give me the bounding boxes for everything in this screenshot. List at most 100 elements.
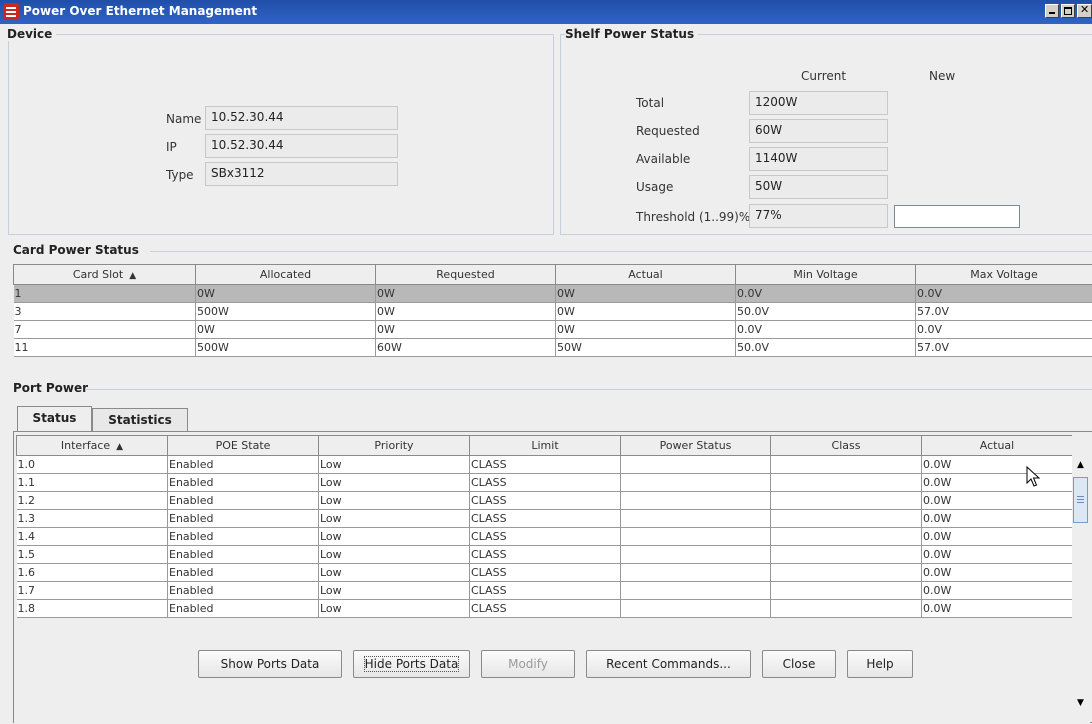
- min-voltage-header[interactable]: Min Voltage: [736, 265, 916, 285]
- card-power-heading: Card Power Status: [13, 243, 143, 257]
- table-row[interactable]: 3500W0W0W50.0V57.0V: [14, 303, 1092, 321]
- min-voltage-cell: 0.0V: [736, 321, 916, 339]
- threshold-new-input[interactable]: [894, 205, 1020, 228]
- priority-cell: Low: [319, 546, 470, 564]
- table-row[interactable]: 1.8EnabledLowCLASS0.0W: [17, 600, 1073, 618]
- max-voltage-cell: 57.0V: [916, 303, 1092, 321]
- table-row[interactable]: 1.0EnabledLowCLASS0.0W: [17, 456, 1073, 474]
- limit-cell: CLASS: [470, 546, 621, 564]
- poe-state-cell: Enabled: [168, 600, 319, 618]
- card-slot-cell: 3: [14, 303, 196, 321]
- poe-state-cell: Enabled: [168, 582, 319, 600]
- interface-cell: 1.4: [17, 528, 168, 546]
- power-status-header[interactable]: Power Status: [621, 436, 771, 456]
- table-row[interactable]: 1.4EnabledLowCLASS0.0W: [17, 528, 1073, 546]
- window-close-button[interactable]: [1077, 4, 1092, 18]
- scroll-down-icon[interactable]: ▼: [1072, 695, 1089, 712]
- limit-cell: CLASS: [470, 528, 621, 546]
- available-field: 1140W: [749, 147, 888, 171]
- sort-ascending-icon: ▲: [129, 271, 136, 281]
- allocated-header[interactable]: Allocated: [196, 265, 376, 285]
- limit-cell: CLASS: [470, 582, 621, 600]
- requested-cell: 0W: [376, 285, 556, 303]
- class-cell: [771, 510, 922, 528]
- scroll-up-icon[interactable]: ▲: [1072, 457, 1089, 474]
- allocated-cell: 500W: [196, 303, 376, 321]
- actual-cell: 0.0W: [922, 456, 1073, 474]
- vertical-scrollbar[interactable]: ▲ ▼: [1072, 435, 1089, 715]
- table-row[interactable]: 1.3EnabledLowCLASS0.0W: [17, 510, 1073, 528]
- minimize-button[interactable]: [1045, 4, 1059, 18]
- interface-cell: 1.8: [17, 600, 168, 618]
- poe-state-cell: Enabled: [168, 510, 319, 528]
- max-voltage-cell: 0.0V: [916, 321, 1092, 339]
- actual-header[interactable]: Actual: [556, 265, 736, 285]
- limit-cell: CLASS: [470, 456, 621, 474]
- tab-statistics[interactable]: Statistics: [92, 408, 188, 432]
- port-power-table: Interface▲ POE State Priority Limit Powe…: [16, 435, 1073, 618]
- interface-cell: 1.3: [17, 510, 168, 528]
- device-name-field: 10.52.30.44: [205, 106, 398, 130]
- shelf-power-heading: Shelf Power Status: [565, 27, 698, 41]
- poe-state-cell: Enabled: [168, 474, 319, 492]
- actual-cell: 0.0W: [922, 600, 1073, 618]
- tab-status[interactable]: Status: [17, 406, 92, 432]
- total-label: Total: [636, 96, 664, 110]
- actual-cell: 0.0W: [922, 564, 1073, 582]
- allocated-cell: 0W: [196, 321, 376, 339]
- card-slot-header[interactable]: Card Slot▲: [14, 265, 196, 285]
- hide-ports-data-button[interactable]: Hide Ports Data: [353, 650, 470, 678]
- requested-cell: 60W: [376, 339, 556, 357]
- max-voltage-header[interactable]: Max Voltage: [916, 265, 1092, 285]
- actual-cell: 0.0W: [922, 582, 1073, 600]
- usage-label: Usage: [636, 180, 673, 194]
- actual-cell: 0.0W: [922, 510, 1073, 528]
- close-button[interactable]: Close: [762, 650, 836, 678]
- actual-cell: 0.0W: [922, 546, 1073, 564]
- card-power-table: Card Slot▲ Allocated Requested Actual Mi…: [13, 264, 1092, 357]
- port-power-heading: Port Power: [13, 381, 92, 395]
- modify-button[interactable]: Modify: [481, 650, 575, 678]
- actual-cell: 0.0W: [922, 474, 1073, 492]
- limit-header[interactable]: Limit: [470, 436, 621, 456]
- power-status-cell: [621, 564, 771, 582]
- requested-header[interactable]: Requested: [376, 265, 556, 285]
- priority-header[interactable]: Priority: [319, 436, 470, 456]
- table-row[interactable]: 1.7EnabledLowCLASS0.0W: [17, 582, 1073, 600]
- help-button[interactable]: Help: [847, 650, 913, 678]
- card-slot-cell: 1: [14, 285, 196, 303]
- table-row[interactable]: 1.6EnabledLowCLASS0.0W: [17, 564, 1073, 582]
- port-table-clip: [14, 712, 1090, 724]
- interface-cell: 1.1: [17, 474, 168, 492]
- usage-field: 50W: [749, 175, 888, 199]
- limit-cell: CLASS: [470, 492, 621, 510]
- limit-cell: CLASS: [470, 600, 621, 618]
- priority-cell: Low: [319, 492, 470, 510]
- limit-cell: CLASS: [470, 564, 621, 582]
- priority-cell: Low: [319, 510, 470, 528]
- class-cell: [771, 582, 922, 600]
- recent-commands-button[interactable]: Recent Commands...: [586, 650, 751, 678]
- class-cell: [771, 564, 922, 582]
- show-ports-data-button[interactable]: Show Ports Data: [198, 650, 342, 678]
- poe-state-cell: Enabled: [168, 546, 319, 564]
- interface-header[interactable]: Interface▲: [17, 436, 168, 456]
- card-power-divider: [150, 251, 1092, 252]
- actual-cell: 0.0W: [922, 492, 1073, 510]
- actual-header[interactable]: Actual: [922, 436, 1073, 456]
- actual-cell: 50W: [556, 339, 736, 357]
- card-slot-cell: 11: [14, 339, 196, 357]
- scroll-thumb[interactable]: [1073, 477, 1088, 523]
- table-row[interactable]: 70W0W0W0.0V0.0V: [14, 321, 1092, 339]
- poe-state-header[interactable]: POE State: [168, 436, 319, 456]
- table-row[interactable]: 11500W60W50W50.0V57.0V: [14, 339, 1092, 357]
- class-header[interactable]: Class: [771, 436, 922, 456]
- table-row[interactable]: 10W0W0W0.0V0.0V: [14, 285, 1092, 303]
- power-status-cell: [621, 528, 771, 546]
- limit-cell: CLASS: [470, 474, 621, 492]
- table-row[interactable]: 1.2EnabledLowCLASS0.0W: [17, 492, 1073, 510]
- maximize-button[interactable]: [1061, 4, 1075, 18]
- table-row[interactable]: 1.5EnabledLowCLASS0.0W: [17, 546, 1073, 564]
- table-row[interactable]: 1.1EnabledLowCLASS0.0W: [17, 474, 1073, 492]
- power-status-cell: [621, 510, 771, 528]
